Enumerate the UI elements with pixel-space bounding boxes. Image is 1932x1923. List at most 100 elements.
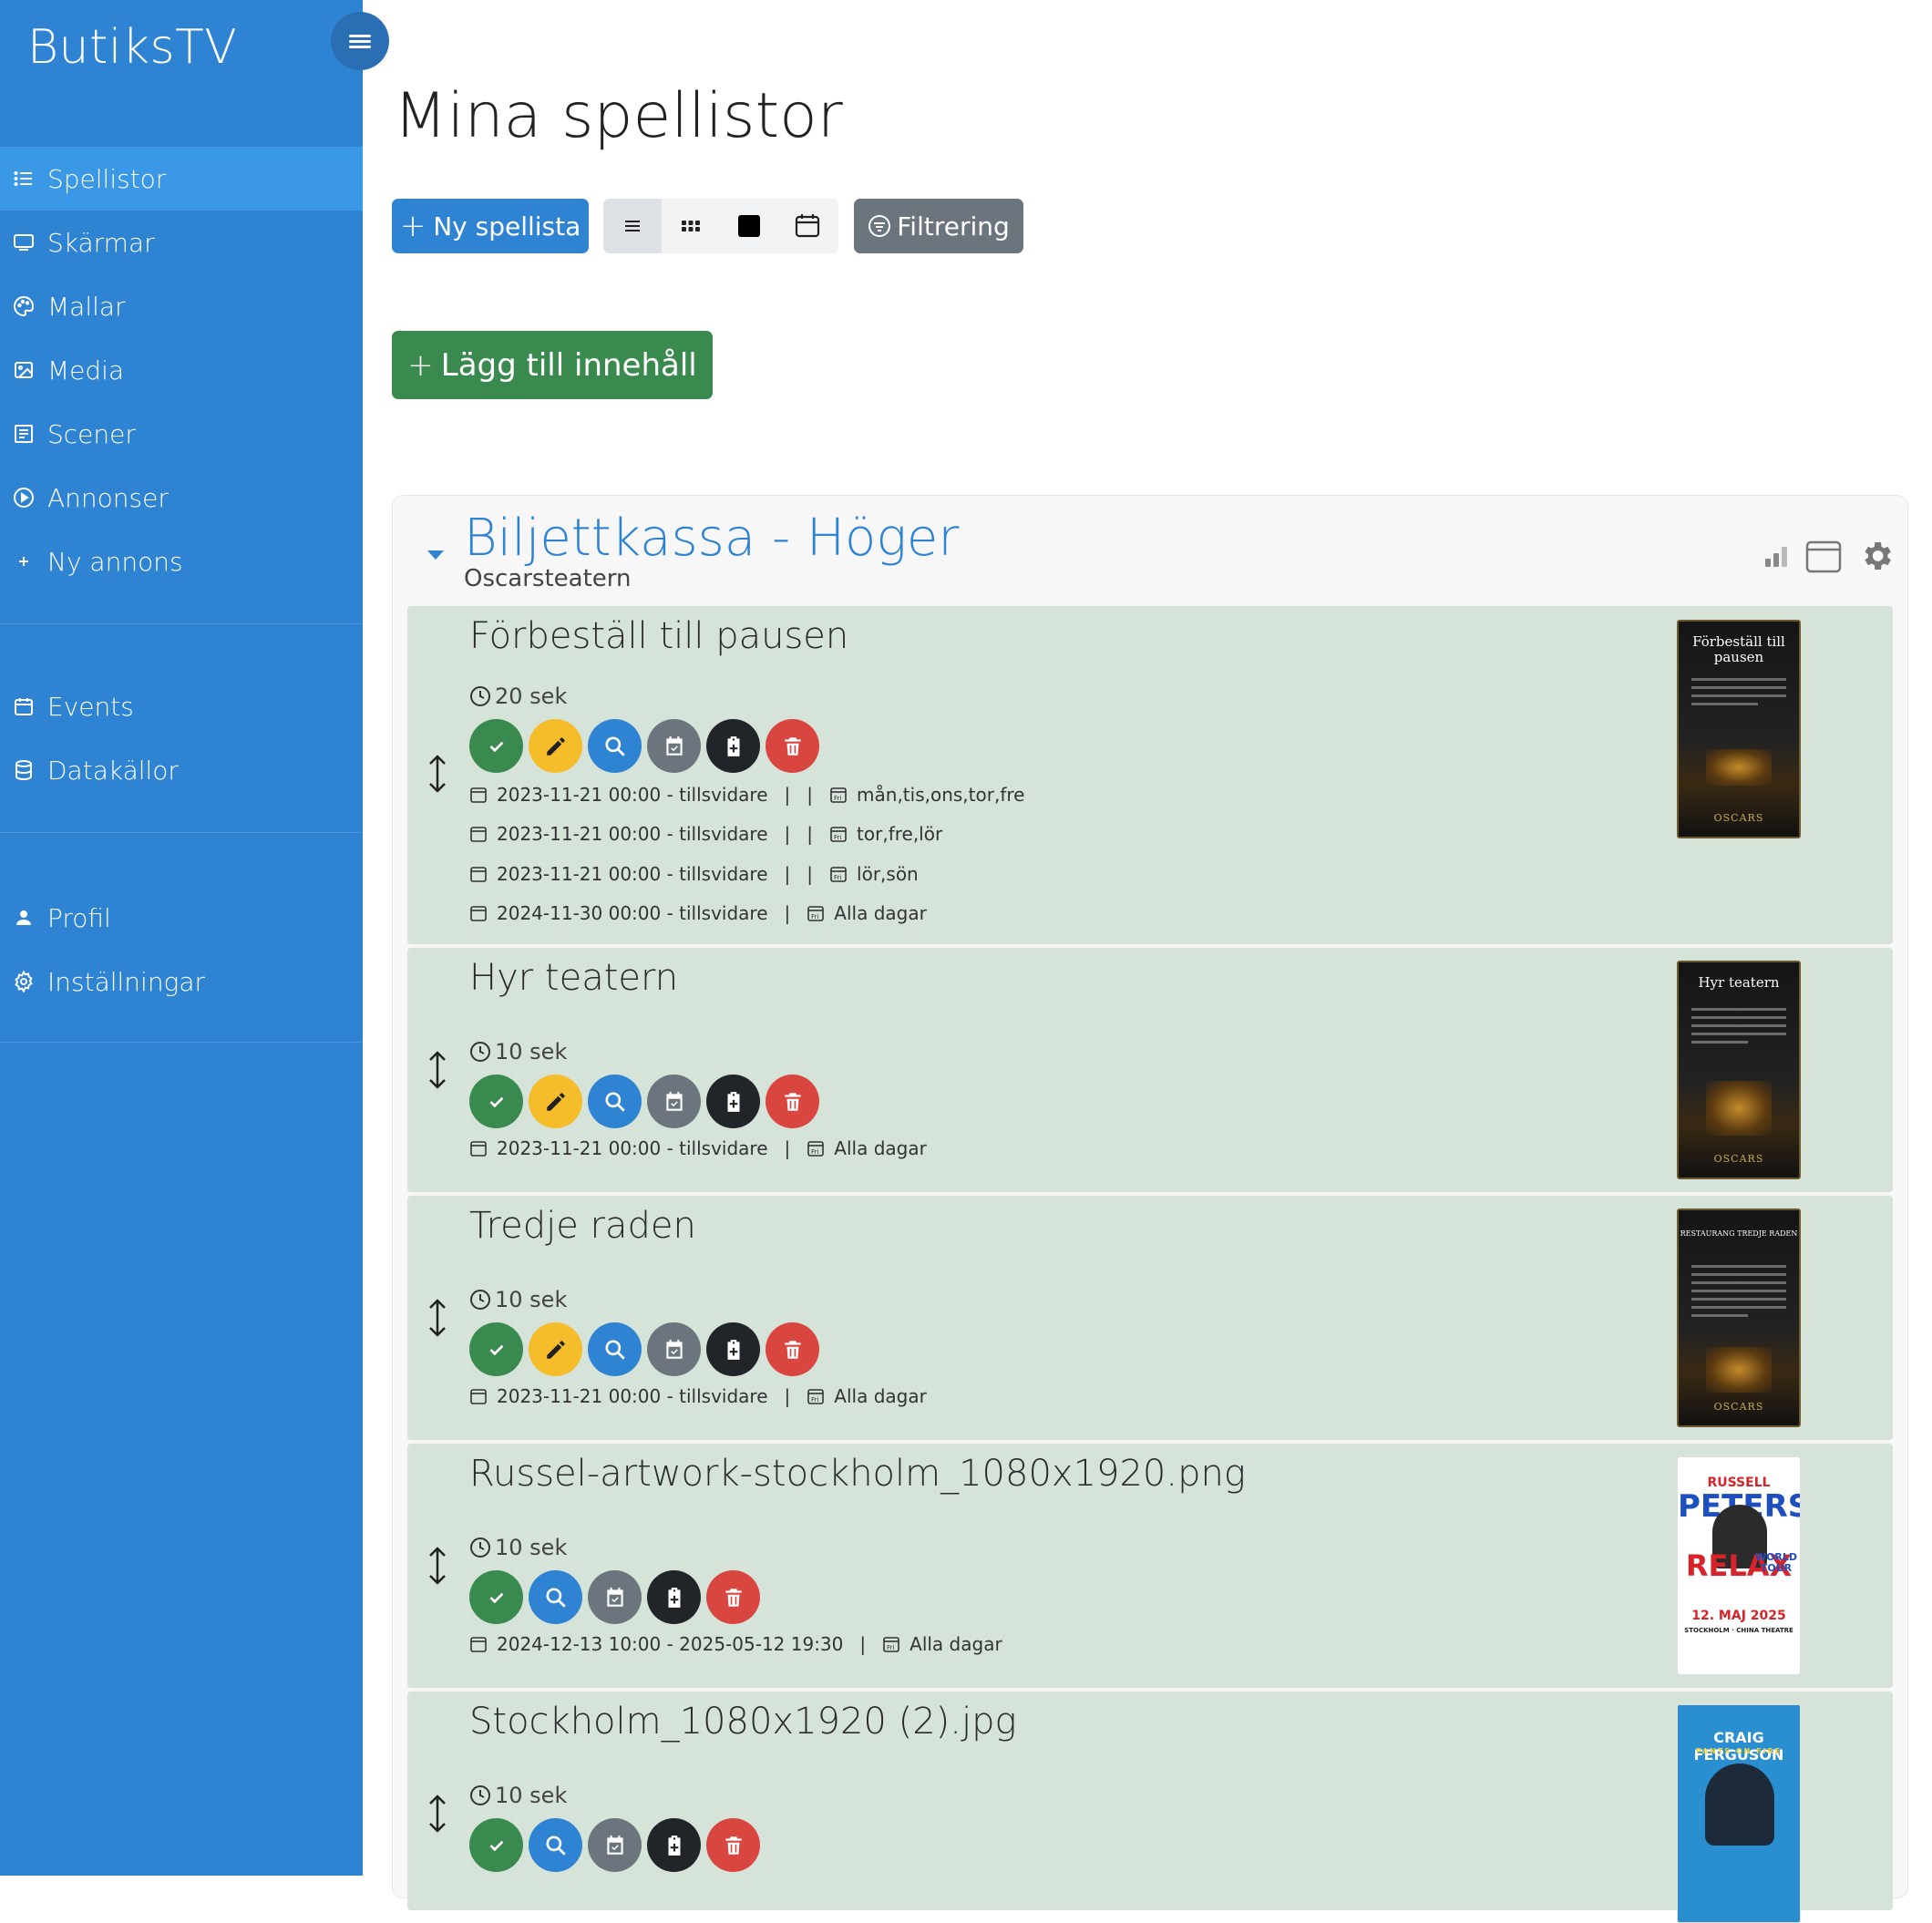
calendar-icon xyxy=(795,214,820,238)
add-content-button[interactable]: + Lägg till innehåll xyxy=(392,331,713,399)
activate-button[interactable] xyxy=(469,719,523,773)
poster-text: CRAIG FERGUSON xyxy=(1693,1729,1784,1764)
duration-text: 10 sek xyxy=(495,1287,568,1312)
item-thumbnail[interactable]: CRAIG FERGUSON PANTS ON FIRE xyxy=(1677,1704,1801,1923)
drag-handle-icon[interactable] xyxy=(424,1546,451,1586)
gear-icon[interactable] xyxy=(1858,538,1895,574)
preview-view-button[interactable] xyxy=(720,199,778,253)
calendar-view-button[interactable] xyxy=(778,199,837,253)
sidebar-item-label: Scener xyxy=(47,418,136,449)
edit-button[interactable] xyxy=(529,1075,582,1128)
drag-handle-icon[interactable] xyxy=(424,1794,451,1834)
copy-button[interactable] xyxy=(647,1818,701,1872)
copy-button[interactable] xyxy=(706,719,760,773)
activate-button[interactable] xyxy=(469,1322,523,1376)
list-view-button[interactable] xyxy=(603,199,662,253)
preview-button[interactable] xyxy=(529,1570,582,1624)
collapse-caret-icon[interactable] xyxy=(427,550,444,560)
drag-handle-icon[interactable] xyxy=(424,754,451,794)
schedule-days: lör,sön xyxy=(857,863,919,885)
sidebar-item-installningar[interactable]: Inställningar xyxy=(0,950,363,1013)
new-playlist-button[interactable]: + Ny spellista xyxy=(392,199,589,253)
sidebar-item-datakallor[interactable]: Datakällor xyxy=(0,738,363,802)
calendar-icon[interactable] xyxy=(1805,538,1842,574)
trash-icon xyxy=(784,1092,801,1111)
preview-button[interactable] xyxy=(529,1818,582,1872)
preview-button[interactable] xyxy=(588,719,642,773)
new-playlist-label: Ny spellista xyxy=(433,211,581,242)
activate-button[interactable] xyxy=(469,1570,523,1624)
schedule-row: 2024-12-13 10:00 - 2025-05-12 19:30 | Fr… xyxy=(469,1630,1002,1658)
view-toggle-group xyxy=(603,199,838,253)
nav-divider xyxy=(0,1042,363,1043)
add-content-label: Lägg till innehåll xyxy=(440,346,697,384)
item-thumbnail[interactable]: RUSSELL PETERS RELAX WORLD TOUR 12. MAJ … xyxy=(1677,1456,1801,1675)
svg-text:Fri: Fri xyxy=(834,874,841,881)
delete-button[interactable] xyxy=(766,719,819,773)
brand-logo[interactable]: ButiksTV xyxy=(27,20,237,75)
main-content: Mina spellistor + Ny spellista Filtrerin… xyxy=(363,0,1932,1923)
divider: | xyxy=(784,1385,791,1407)
layout-icon xyxy=(13,423,47,445)
copy-button[interactable] xyxy=(647,1570,701,1624)
sidebar-item-profil[interactable]: Profil xyxy=(0,886,363,950)
sidebar-item-spellistor[interactable]: Spellistor xyxy=(0,147,363,211)
sidebar-item-label: Datakällor xyxy=(47,755,179,786)
sidebar-item-skarmar[interactable]: Skärmar xyxy=(0,211,363,274)
preview-button[interactable] xyxy=(588,1322,642,1376)
calendar-icon xyxy=(470,827,487,842)
sidebar-item-ny-annons[interactable]: Ny annons xyxy=(0,530,363,593)
trash-icon xyxy=(724,1588,742,1607)
item-thumbnail[interactable]: RESTAURANG TREDJE RADEN OSCARS xyxy=(1677,1208,1801,1427)
thumbnail-logo: OSCARS xyxy=(1713,1153,1764,1165)
menu-toggle-button[interactable] xyxy=(331,12,389,70)
trash-icon xyxy=(784,736,801,756)
item-title: Hyr teatern xyxy=(469,957,679,999)
schedule-button[interactable] xyxy=(588,1818,642,1872)
delete-button[interactable] xyxy=(766,1075,819,1128)
activate-button[interactable] xyxy=(469,1075,523,1128)
item-thumbnail[interactable]: Hyr teatern OSCARS xyxy=(1677,961,1801,1179)
clock-icon xyxy=(470,1042,490,1062)
stats-icon[interactable] xyxy=(1763,543,1789,569)
copy-button[interactable] xyxy=(706,1075,760,1128)
sidebar-item-events[interactable]: Events xyxy=(0,674,363,738)
schedule-button[interactable] xyxy=(647,1075,701,1128)
item-thumbnail[interactable]: Förbeställ till pausen OSCARS xyxy=(1677,620,1801,838)
copy-button[interactable] xyxy=(706,1322,760,1376)
check-icon xyxy=(489,1344,503,1355)
delete-button[interactable] xyxy=(766,1322,819,1376)
edit-button[interactable] xyxy=(529,719,582,773)
activate-button[interactable] xyxy=(469,1818,523,1872)
edit-button[interactable] xyxy=(529,1322,582,1376)
item-duration: 10 sek xyxy=(469,1039,567,1064)
filter-button[interactable]: Filtrering xyxy=(854,199,1023,253)
drag-handle-icon[interactable] xyxy=(424,1050,451,1090)
sidebar-item-scener[interactable]: Scener xyxy=(0,402,363,466)
svg-text:Fri: Fri xyxy=(834,834,841,841)
image-icon xyxy=(13,359,47,381)
divider: | xyxy=(784,1137,791,1159)
delete-button[interactable] xyxy=(706,1570,760,1624)
divider: | xyxy=(784,784,791,806)
schedule-button[interactable] xyxy=(647,1322,701,1376)
divider: | xyxy=(784,902,791,924)
nav-main: Spellistor Skärmar Mallar Media Scener A… xyxy=(0,147,363,593)
schedule-button[interactable] xyxy=(647,719,701,773)
schedule-button[interactable] xyxy=(588,1570,642,1624)
sidebar-item-mallar[interactable]: Mallar xyxy=(0,274,363,338)
playlist-title[interactable]: Biljettkassa - Höger xyxy=(464,509,959,568)
drag-handle-icon[interactable] xyxy=(424,1298,451,1338)
svg-text:Fri: Fri xyxy=(887,1644,894,1651)
sidebar-item-label: Ny annons xyxy=(47,546,183,577)
item-actions xyxy=(469,1570,760,1624)
divider: | xyxy=(859,1633,867,1655)
delete-button[interactable] xyxy=(706,1818,760,1872)
sidebar-item-annonser[interactable]: Annonser xyxy=(0,466,363,530)
preview-button[interactable] xyxy=(588,1075,642,1128)
grid-view-button[interactable] xyxy=(662,199,720,253)
svg-text:Fri: Fri xyxy=(811,1396,818,1404)
playlist-item: Hyr teatern 10 sek 2023-11-21 00:00 - ti… xyxy=(407,948,1893,1192)
sidebar-item-media[interactable]: Media xyxy=(0,338,363,402)
duration-text: 10 sek xyxy=(495,1783,568,1808)
